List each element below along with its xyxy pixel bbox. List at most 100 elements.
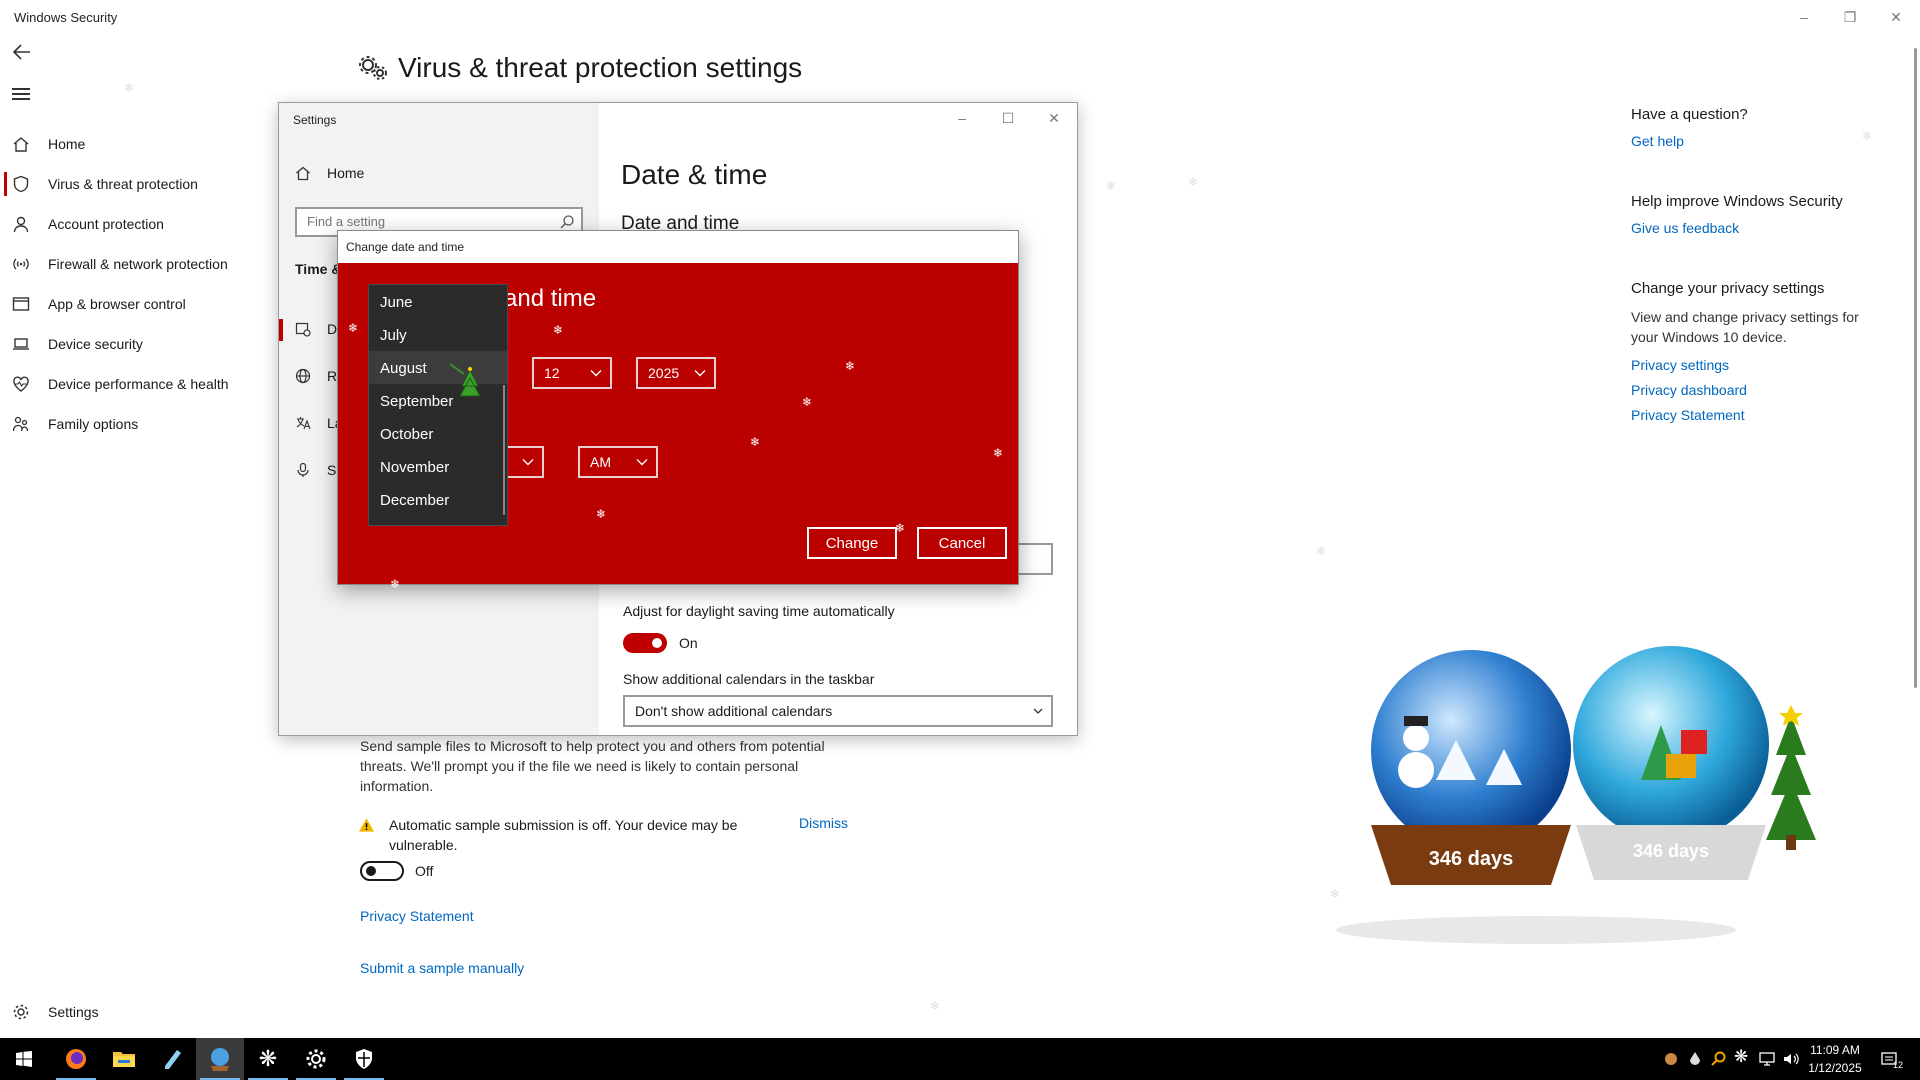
vertical-scrollbar[interactable] — [1914, 48, 1917, 688]
clock-time: 11:09 AM — [1810, 1043, 1860, 1057]
privacy-statement-link[interactable]: Privacy Statement — [360, 908, 474, 924]
notepad-icon — [165, 1050, 181, 1069]
month-option[interactable]: July — [369, 318, 507, 351]
sample-submission-description: Send sample files to Microsoft to help p… — [360, 738, 825, 794]
question-heading: Have a question? — [1631, 106, 1748, 123]
chevron-down-icon — [522, 459, 534, 466]
sidebar-item-device-performance[interactable]: Device performance & health — [0, 364, 270, 404]
month-option[interactable]: September — [369, 384, 507, 417]
windows-start-icon — [16, 1051, 32, 1067]
file-explorer-icon — [113, 1052, 135, 1067]
snowflake-icon: ❄ — [845, 359, 856, 373]
dst-state-label: On — [679, 635, 698, 651]
tray-drop-icon[interactable] — [1686, 1050, 1704, 1068]
volume-icon[interactable] — [1782, 1050, 1800, 1068]
taskbar-snow-globe-app[interactable] — [196, 1038, 244, 1080]
sidebar-item-home[interactable]: Home — [0, 124, 270, 164]
snowflake-icon: ❄ — [1188, 175, 1199, 189]
sidebar-item-family-options[interactable]: Family options — [0, 404, 270, 444]
privacy-statement-link-right[interactable]: Privacy Statement — [1631, 407, 1871, 423]
calendars-selected-value: Don't show additional calendars — [635, 703, 833, 719]
dropdown-scrollbar[interactable] — [503, 385, 505, 515]
month-option[interactable]: December — [369, 483, 507, 516]
feedback-link[interactable]: Give us feedback — [1631, 220, 1871, 236]
sidebar-item-account-protection[interactable]: Account protection — [0, 204, 270, 244]
firefox-icon — [66, 1049, 86, 1069]
close-button[interactable]: ✕ — [1874, 4, 1918, 30]
windows-security-icon — [356, 1049, 372, 1069]
sidebar-item-settings[interactable]: Settings — [0, 992, 270, 1032]
calendar-clock-icon — [295, 322, 311, 337]
back-arrow-icon[interactable] — [10, 40, 34, 64]
taskbar-settings[interactable] — [292, 1038, 340, 1080]
sidebar-item-device-security[interactable]: Device security — [0, 324, 270, 364]
notification-count-badge: 12 — [1893, 1060, 1904, 1070]
settings-page-title: Date & time — [621, 159, 768, 190]
laptop-icon — [13, 338, 29, 350]
settings-close-button[interactable]: ✕ — [1032, 105, 1076, 131]
snowflake-icon: ❄ — [895, 521, 906, 535]
tray-snowflake-icon[interactable]: ❋ — [1734, 1047, 1748, 1067]
improve-heading: Help improve Windows Security — [1631, 193, 1843, 210]
cancel-button[interactable]: Cancel — [917, 527, 1007, 559]
taskbar-notepad[interactable] — [148, 1038, 196, 1080]
taskbar-clock[interactable]: 11:09 AM 1/12/2025 — [1800, 1041, 1870, 1077]
dismiss-link[interactable]: Dismiss — [799, 815, 848, 855]
privacy-settings-link[interactable]: Privacy settings — [1631, 357, 1871, 373]
network-icon[interactable] — [1758, 1050, 1776, 1068]
sidebar-item-app-browser[interactable]: App & browser control — [0, 284, 270, 324]
change-button[interactable]: Change — [807, 527, 897, 559]
chevron-down-icon — [590, 370, 602, 377]
tray-app-icon[interactable] — [1662, 1050, 1680, 1068]
month-option[interactable]: November — [369, 450, 507, 483]
year-select[interactable]: 2025 — [636, 357, 716, 389]
chevron-down-icon — [636, 459, 648, 466]
gears-icon — [359, 56, 387, 80]
settings-maximize-button[interactable]: ☐ — [986, 105, 1030, 131]
get-help-link[interactable]: Get help — [1631, 133, 1871, 149]
start-button[interactable] — [0, 1038, 48, 1080]
month-option[interactable]: June — [369, 285, 507, 318]
snowflake-app-icon: ❋ — [258, 1046, 278, 1071]
settings-home-link[interactable]: Home — [295, 165, 364, 181]
snowflake-icon: ❄ — [1316, 544, 1327, 558]
month-option-hovered[interactable]: August — [369, 351, 507, 384]
home-icon — [13, 137, 29, 152]
ampm-select[interactable]: AM — [578, 446, 658, 478]
submit-sample-link[interactable]: Submit a sample manually — [360, 960, 524, 976]
taskbar: ❋ ❋ 11:09 AM 1/12/2025 12 — [0, 1038, 1920, 1080]
calendars-select[interactable]: Don't show additional calendars — [623, 695, 1053, 727]
sidebar-item-label: Home — [48, 136, 86, 152]
dst-toggle[interactable] — [623, 633, 667, 653]
chevron-down-icon — [1033, 708, 1043, 714]
sidebar-item-label: App & browser control — [48, 296, 186, 312]
browser-window-icon — [12, 297, 30, 311]
settings-nav-language[interactable]: La — [295, 415, 343, 431]
month-option[interactable]: October — [369, 417, 507, 450]
snowflake-icon: ❄ — [124, 81, 135, 95]
taskbar-firefox[interactable] — [52, 1038, 100, 1080]
tray-search-icon[interactable] — [1710, 1050, 1728, 1068]
dialog-title: Change date and time — [338, 231, 1018, 263]
warning-icon — [358, 818, 375, 832]
privacy-dashboard-link[interactable]: Privacy dashboard — [1631, 382, 1871, 398]
taskbar-snowflake-app[interactable]: ❋ — [244, 1038, 292, 1080]
snowflake-icon: ❄ — [390, 577, 401, 591]
taskbar-file-explorer[interactable] — [100, 1038, 148, 1080]
chevron-down-icon — [694, 370, 706, 377]
snowflake-icon: ❄ — [750, 435, 761, 449]
right-globe-counter: 346 days — [1633, 841, 1709, 861]
search-placeholder: Find a setting — [307, 214, 386, 229]
settings-minimize-button[interactable]: – — [940, 105, 984, 131]
snow-globe-app-icon — [211, 1048, 229, 1071]
sidebar-item-firewall[interactable]: Firewall & network protection — [0, 244, 270, 284]
month-dropdown-list[interactable]: June July August September October Novem… — [368, 284, 508, 526]
menu-icon[interactable] — [12, 88, 30, 102]
day-select[interactable]: 12 — [532, 357, 612, 389]
minimize-button[interactable]: – — [1782, 4, 1826, 30]
snowflake-icon: ❄ — [993, 446, 1004, 460]
taskbar-windows-security[interactable] — [340, 1038, 388, 1080]
sample-submission-toggle[interactable] — [360, 861, 404, 881]
restore-button[interactable]: ❐ — [1828, 4, 1872, 30]
sidebar-item-virus-threat-protection[interactable]: Virus & threat protection — [0, 164, 270, 204]
